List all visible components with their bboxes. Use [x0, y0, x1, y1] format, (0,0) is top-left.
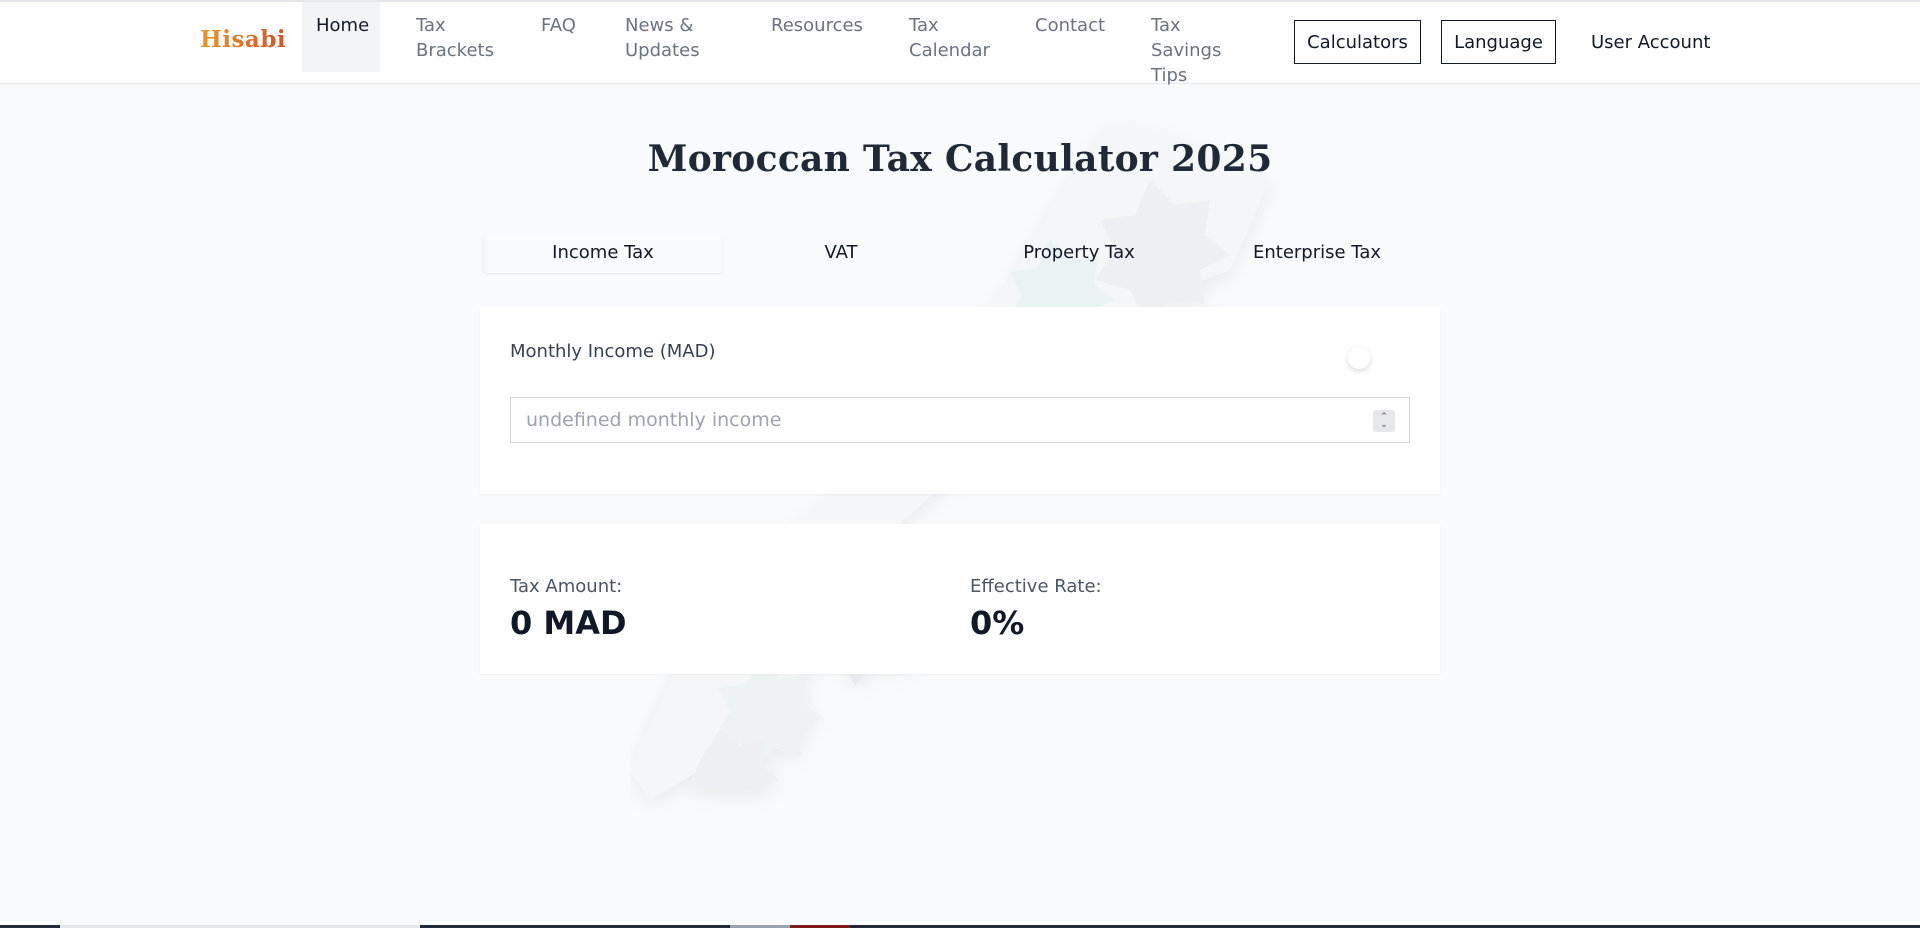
monthly-income-label: Monthly Income (MAD)	[510, 341, 716, 362]
nav-item-resources[interactable]: Resources	[771, 2, 863, 38]
tab-property-tax[interactable]: Property Tax	[960, 233, 1198, 273]
monthly-income-field: ⌃⌄	[510, 397, 1410, 443]
user-account-link[interactable]: User Account	[1591, 32, 1710, 53]
effective-rate-value: 0%	[970, 604, 1025, 642]
nav-item-tax-calendar[interactable]: Tax Calendar	[909, 2, 990, 63]
chevron-up-down-icon[interactable]: ⌃ ⌄	[1373, 410, 1395, 432]
tax-amount-label: Tax Amount:	[510, 576, 623, 597]
results-card: Tax Amount: 0 MAD Effective Rate: 0%	[480, 524, 1440, 674]
nav-item-tax-savings-tips[interactable]: Tax Savings Tips	[1151, 2, 1229, 88]
nav-item-tax-brackets[interactable]: Tax Brackets	[416, 2, 496, 63]
tab-enterprise-tax[interactable]: Enterprise Tax	[1198, 233, 1436, 273]
page-title: Moroccan Tax Calculator 2025	[647, 138, 1273, 180]
tab-income-tax[interactable]: Income Tax	[484, 233, 722, 273]
nav-item-news-updates[interactable]: News & Updates	[625, 2, 715, 63]
nav-item-contact[interactable]: Contact	[1035, 2, 1105, 38]
nav-item-faq[interactable]: FAQ	[541, 2, 576, 38]
effective-rate-label: Effective Rate:	[970, 576, 1102, 597]
calculator-tabs: Income Tax VAT Property Tax Enterprise T…	[484, 233, 1436, 273]
tax-amount-value: 0 MAD	[510, 604, 627, 642]
top-navbar: Hisabi Home Tax Brackets FAQ News & Upda…	[0, 2, 1920, 86]
toggle-knob[interactable]	[1348, 347, 1370, 369]
income-input-card: Monthly Income (MAD) ⌃⌄	[480, 307, 1440, 494]
language-button[interactable]: Language	[1441, 20, 1556, 64]
calculators-button[interactable]: Calculators	[1294, 20, 1421, 64]
hisabi-logo[interactable]: Hisabi	[200, 26, 286, 53]
tab-vat[interactable]: VAT	[722, 233, 960, 273]
monthly-income-input[interactable]	[511, 398, 1371, 442]
nav-item-home[interactable]: Home	[302, 2, 380, 72]
